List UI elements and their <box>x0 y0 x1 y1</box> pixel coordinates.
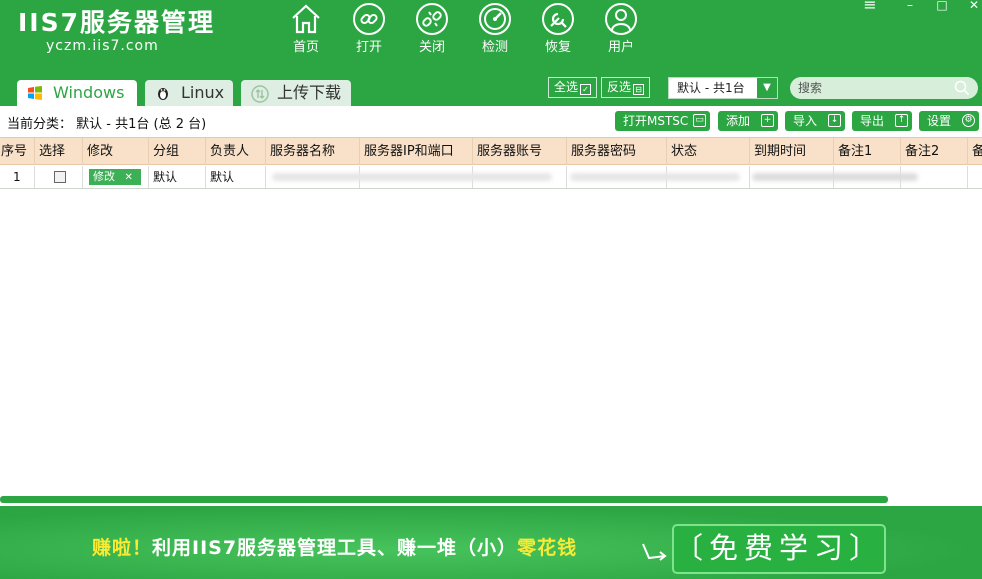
col-index[interactable]: 序号 <box>0 138 35 165</box>
arrow-icon <box>642 543 667 561</box>
col-server-password[interactable]: 服务器密码 <box>567 138 667 165</box>
wrench-icon <box>542 3 574 35</box>
export-label: 导出 <box>860 114 885 128</box>
nav-restore[interactable]: 恢复 <box>533 2 583 56</box>
col-note2[interactable]: 备注2 <box>901 138 968 165</box>
settings-button[interactable]: 设置 ⚙ <box>919 111 979 131</box>
nav-check-label: 检测 <box>481 40 508 55</box>
free-learn-button[interactable]: 〔免费学习〕 <box>672 524 886 574</box>
user-icon <box>605 3 637 35</box>
row-note3 <box>968 166 982 188</box>
redacted-blur <box>272 173 552 181</box>
tab-transfer[interactable]: 上传下载 <box>241 80 351 106</box>
col-note1[interactable]: 备注1 <box>834 138 901 165</box>
link-icon <box>353 3 385 35</box>
row-group: 默认 <box>149 166 206 188</box>
nav-close[interactable]: 关闭 <box>407 2 457 56</box>
monitor-icon: ▭ <box>693 114 706 127</box>
row-owner: 默认 <box>206 166 266 188</box>
nav-check[interactable]: 检测 <box>470 2 520 56</box>
logo-subtitle: yczm.iis7.com <box>46 38 159 54</box>
nav-open-label: 打开 <box>355 40 382 55</box>
nav-close-label: 关闭 <box>418 40 445 55</box>
open-mstsc-label: 打开MSTSC <box>623 114 689 128</box>
tab-linux[interactable]: Linux <box>145 80 233 106</box>
tab-windows-label: Windows <box>53 83 125 102</box>
tab-linux-label: Linux <box>181 83 225 102</box>
minimize-icon[interactable]: – <box>902 0 918 12</box>
home-icon <box>292 4 320 34</box>
nav-user[interactable]: 用户 <box>596 2 646 56</box>
unlink-icon <box>416 3 448 35</box>
horizontal-scrollbar[interactable] <box>0 496 888 503</box>
col-status[interactable]: 状态 <box>667 138 750 165</box>
group-select[interactable]: 默认 - 共1台 ▼ <box>668 77 778 99</box>
app-logo: IIS7服务器管理 yczm.iis7.com <box>18 8 215 54</box>
search-input[interactable] <box>798 79 948 97</box>
maximize-icon[interactable]: □ <box>934 0 950 12</box>
nav-user-label: 用户 <box>607 40 634 55</box>
col-server-ip[interactable]: 服务器IP和端口 <box>360 138 473 165</box>
menu-icon[interactable]: ≡ <box>862 0 878 13</box>
row-edit-label: 修改 <box>93 170 115 183</box>
current-category-label: 当前分类： 默认 - 共1台 (总 2 台) <box>7 117 207 132</box>
table-row[interactable]: 1 修改 ✕ 默认 默认 <box>0 166 982 189</box>
select-all-button[interactable]: 全选 ✓ <box>548 77 598 98</box>
nav-home[interactable]: 首页 <box>281 2 331 56</box>
invert-icon: ⊟ <box>633 84 645 95</box>
add-button[interactable]: 添加 + <box>718 111 778 131</box>
redacted-blur <box>752 173 918 181</box>
row-edit-button[interactable]: 修改 ✕ <box>89 169 141 185</box>
promo-banner[interactable]: 赚啦！利用IIS7服务器管理工具、赚一堆（小）零花钱 〔免费学习〕 <box>0 506 982 579</box>
col-server-name[interactable]: 服务器名称 <box>266 138 360 165</box>
invert-select-button[interactable]: 反选 ⊟ <box>601 77 651 98</box>
settings-label: 设置 <box>927 114 952 128</box>
gear-icon: ⚙ <box>962 114 975 127</box>
col-group[interactable]: 分组 <box>149 138 206 165</box>
speedometer-icon <box>479 3 511 35</box>
penguin-icon <box>158 88 168 100</box>
close-icon[interactable]: ✕ <box>966 0 982 12</box>
transfer-icon <box>251 85 269 103</box>
app-header: IIS7服务器管理 yczm.iis7.com 首页 打开 关闭 检测 恢复 用… <box>0 0 982 107</box>
edit-tools-icon: ✕ <box>124 172 133 183</box>
search-icon[interactable] <box>954 80 970 96</box>
upload-icon: ↑ <box>895 114 908 127</box>
checkbox-icon: ✓ <box>580 84 592 95</box>
col-server-account[interactable]: 服务器账号 <box>473 138 567 165</box>
download-icon: ↓ <box>828 114 841 127</box>
table-header: 序号 选择 修改 分组 负责人 服务器名称 服务器IP和端口 服务器账号 服务器… <box>0 137 982 165</box>
select-all-label: 全选 <box>554 80 579 94</box>
open-mstsc-button[interactable]: 打开MSTSC ▭ <box>615 111 710 131</box>
export-button[interactable]: 导出 ↑ <box>852 111 912 131</box>
group-select-value: 默认 - 共1台 <box>677 81 745 95</box>
windows-icon <box>28 86 42 100</box>
promo-part2: 利用IIS7服务器管理工具、赚一堆（小） <box>152 537 518 559</box>
chevron-down-icon: ▼ <box>757 78 777 98</box>
promo-part1: 赚啦！ <box>92 537 153 559</box>
nav-open[interactable]: 打开 <box>344 2 394 56</box>
row-index: 1 <box>0 166 35 188</box>
plus-icon: + <box>761 114 774 127</box>
col-edit[interactable]: 修改 <box>83 138 149 165</box>
promo-part3: 零花钱 <box>517 537 578 559</box>
tab-transfer-label: 上传下载 <box>277 83 342 102</box>
import-button[interactable]: 导入 ↓ <box>785 111 845 131</box>
nav-home-label: 首页 <box>292 40 319 55</box>
redacted-blur <box>570 173 740 181</box>
promo-text: 赚啦！利用IIS7服务器管理工具、赚一堆（小）零花钱 <box>92 533 577 560</box>
row-checkbox[interactable] <box>54 171 66 183</box>
col-expiry[interactable]: 到期时间 <box>750 138 834 165</box>
tab-windows[interactable]: Windows <box>17 80 137 107</box>
col-owner[interactable]: 负责人 <box>206 138 266 165</box>
search-box <box>790 77 978 99</box>
logo-title: IIS7服务器管理 <box>18 8 216 37</box>
col-note3[interactable]: 备 <box>968 138 982 165</box>
nav-restore-label: 恢复 <box>544 40 571 55</box>
col-select[interactable]: 选择 <box>35 138 83 165</box>
add-label: 添加 <box>726 114 751 128</box>
invert-select-label: 反选 <box>607 80 632 94</box>
import-label: 导入 <box>793 114 818 128</box>
